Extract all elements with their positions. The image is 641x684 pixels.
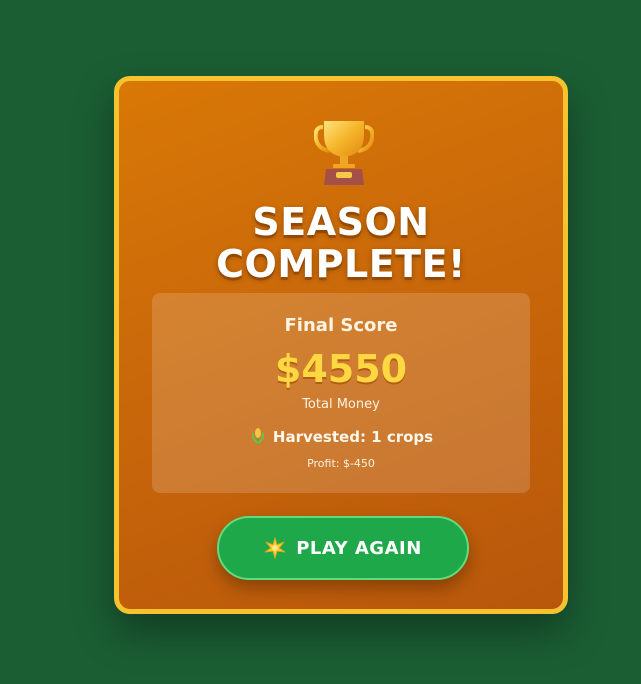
final-score-panel: Final Score $4550 Total Money Harvested:… (152, 293, 530, 493)
title-line-1: SEASON (252, 200, 430, 244)
final-score-label: Final Score (284, 315, 398, 336)
total-money-caption: Total Money (302, 397, 380, 412)
trophy-icon (314, 121, 374, 185)
harvest-summary: Harvested: 1 crops (152, 427, 530, 446)
play-again-button[interactable]: PLAY AGAIN (217, 516, 469, 580)
harvested-crops-text: Harvested: 1 crops (272, 428, 434, 446)
season-complete-title: SEASON COMPLETE! (119, 201, 563, 285)
play-again-label: PLAY AGAIN (296, 537, 422, 559)
profit-text: Profit: $-450 (307, 457, 375, 470)
corn-icon (251, 428, 265, 444)
sparkle-icon (264, 537, 286, 559)
total-money-value: $4550 (274, 347, 408, 391)
season-complete-modal: SEASON COMPLETE! Final Score $4550 Total… (114, 76, 568, 614)
title-line-2: COMPLETE! (216, 242, 466, 286)
game-background: SEASON COMPLETE! Final Score $4550 Total… (0, 0, 641, 684)
